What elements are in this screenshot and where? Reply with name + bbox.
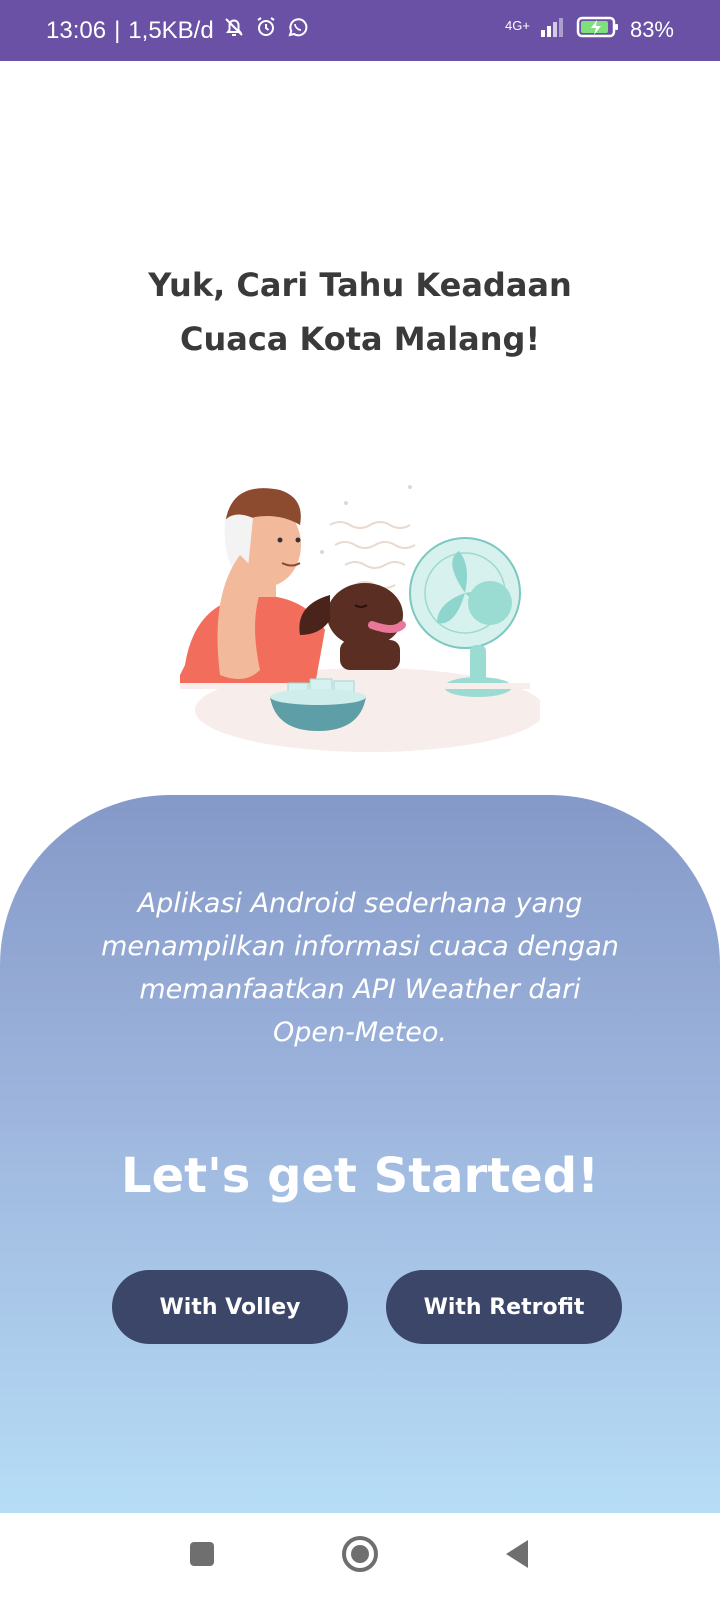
with-retrofit-button[interactable]: With Retrofit [386,1270,622,1344]
man-figure [175,488,325,685]
with-retrofit-label: With Retrofit [423,1294,585,1320]
alarm-icon [254,15,278,46]
page-title: Yuk, Cari Tahu Keadaan Cuaca Kota Malang… [60,258,660,366]
recents-icon [188,1540,216,1572]
home-icon [340,1534,380,1578]
title-line-1: Yuk, Cari Tahu Keadaan [148,266,572,304]
bell-off-icon [222,15,246,46]
with-volley-button[interactable]: With Volley [112,1270,348,1344]
status-bar: 13:06 | 1,5KB/d 4G+ 83% [0,0,720,61]
description-line-4: Open-Meteo. [272,1017,448,1048]
with-volley-label: With Volley [159,1294,301,1320]
title-line-2: Cuaca Kota Malang! [179,320,541,358]
description-line-3: memanfaatkan API Weather dari [139,974,581,1005]
battery-charging-icon [576,15,620,45]
status-time: 13:06 [46,16,107,44]
status-separator: | [114,16,121,44]
home-button[interactable] [337,1533,383,1579]
weather-illustration [175,475,545,775]
back-button[interactable] [494,1533,540,1579]
signal-icon [540,16,566,44]
app-description: Aplikasi Android sederhana yang menampil… [60,882,660,1054]
status-right: 4G+ 83% [505,15,674,45]
status-left: 13:06 | 1,5KB/d [46,15,310,46]
recents-button[interactable] [179,1533,225,1579]
navigation-bar [0,1513,720,1600]
back-icon [502,1538,532,1574]
status-net-speed: 1,5KB/d [128,16,214,44]
network-type: 4G+ [505,17,530,33]
battery-percent: 83% [629,17,674,42]
cta-heading: Let's get Started! [121,1148,599,1204]
description-line-2: menampilkan informasi cuaca dengan [101,931,619,962]
description-line-1: Aplikasi Android sederhana yang [137,888,583,919]
whatsapp-icon [286,15,310,46]
